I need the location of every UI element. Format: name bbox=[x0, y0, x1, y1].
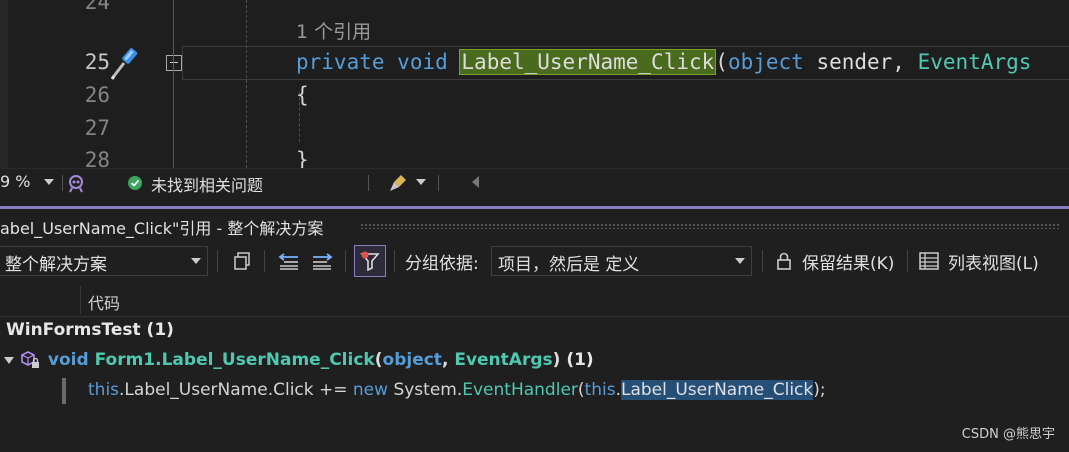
titlebar-grip bbox=[360, 223, 1059, 229]
separator bbox=[345, 250, 346, 272]
code-line-28: } bbox=[296, 148, 309, 168]
group-by-select-value: 项目，然后是 定义 bbox=[498, 255, 640, 275]
ref-namespace: System. bbox=[388, 380, 463, 400]
editor-status-strip: 9 % 未找到相关问题 bbox=[0, 168, 1069, 197]
previous-location-button[interactable] bbox=[275, 246, 303, 276]
ref-open-paren: ( bbox=[577, 380, 585, 400]
symbol-keyword-void: void bbox=[47, 350, 89, 370]
symbol-keyword-object: object bbox=[382, 350, 442, 370]
column-divider[interactable] bbox=[80, 286, 81, 314]
symbol-method-name: Form1.Label_UserName_Click bbox=[94, 350, 375, 370]
cleanup-dropdown-chevron-down-icon[interactable] bbox=[416, 179, 426, 185]
issues-status-text[interactable]: 未找到相关问题 bbox=[151, 172, 263, 196]
indent-guide bbox=[246, 0, 247, 168]
param-sender: sender, bbox=[816, 50, 905, 74]
ref-keyword-this-2: this bbox=[584, 380, 616, 400]
separator bbox=[438, 175, 439, 191]
filter-toggle-button[interactable] bbox=[354, 245, 386, 277]
column-header-code[interactable]: 代码 bbox=[88, 290, 120, 314]
results-column-header: 代码 bbox=[0, 284, 1069, 317]
filter-funnel-icon bbox=[360, 251, 380, 272]
symbol-close-paren: ) bbox=[552, 350, 561, 370]
line-number-26: 26 bbox=[84, 83, 110, 107]
next-location-button[interactable] bbox=[308, 246, 336, 276]
list-view-label: 列表视图(L) bbox=[948, 253, 1039, 274]
collapse-outline-button[interactable] bbox=[166, 55, 182, 71]
check-circle-icon bbox=[128, 176, 142, 190]
keyword-private: private bbox=[296, 50, 385, 74]
references-window-title: abel_UserName_Click"引用 - 整个解决方案 bbox=[0, 219, 324, 238]
reference-indicator-bar bbox=[62, 378, 66, 404]
tree-symbol-node[interactable]: void Form1.Label_UserName_Click(object, … bbox=[4, 350, 594, 370]
code-line-26: { bbox=[296, 83, 309, 107]
tree-project-node[interactable]: WinFormsTest (1) bbox=[6, 320, 174, 340]
open-paren: ( bbox=[715, 50, 728, 74]
ref-end: ); bbox=[813, 380, 826, 400]
scope-select[interactable]: 整个解决方案 bbox=[0, 246, 208, 276]
previous-arrow-icon bbox=[278, 253, 298, 270]
separator bbox=[762, 250, 763, 272]
type-eventargs: EventArgs bbox=[917, 50, 1032, 74]
next-arrow-icon bbox=[313, 253, 333, 270]
quick-actions-screwdriver-icon[interactable] bbox=[110, 47, 144, 81]
code-line-25: private void Label_UserName_Click(object… bbox=[296, 49, 1032, 75]
ref-type-eventhandler: EventHandler bbox=[462, 380, 578, 400]
keep-results-label: 保留结果(K) bbox=[802, 253, 895, 274]
editor-left-margin bbox=[0, 0, 8, 168]
watermark-text: CSDN @熊思宇 bbox=[961, 427, 1055, 442]
group-by-label: 分组依据: bbox=[405, 254, 479, 274]
expand-chevron-down-icon[interactable] bbox=[4, 356, 14, 364]
reference-result-row[interactable]: this.Label_UserName.Click += new System.… bbox=[88, 380, 826, 400]
separator bbox=[62, 175, 63, 191]
lock-icon bbox=[777, 252, 791, 270]
separator bbox=[368, 175, 369, 191]
copy-button[interactable] bbox=[228, 246, 256, 276]
scroll-left-arrow-icon[interactable] bbox=[472, 176, 479, 188]
line-number-28: 28 bbox=[84, 148, 110, 168]
separator bbox=[394, 250, 395, 272]
symbol-comma: , bbox=[441, 350, 449, 370]
group-by-select[interactable]: 项目，然后是 定义 bbox=[491, 246, 752, 276]
references-window-titlebar[interactable]: abel_UserName_Click"引用 - 整个解决方案 bbox=[0, 206, 1069, 241]
copy-icon bbox=[234, 252, 250, 270]
keep-results-button[interactable]: 保留结果(K) bbox=[774, 246, 904, 276]
line-number-27: 27 bbox=[84, 116, 110, 140]
outline-guide bbox=[173, 0, 174, 168]
line-number-25: 25 bbox=[84, 50, 110, 74]
method-cube-lock-icon bbox=[21, 351, 39, 368]
references-toolbar: 整个解决方案 分组依据: 项目，然后是 定义 保留结果(K) 列表视图(L) bbox=[0, 240, 1069, 282]
symbol-type-eventargs: EventArgs bbox=[454, 350, 553, 370]
ref-keyword-new: new bbox=[352, 380, 389, 400]
ref-selected-method: Label_UserName_Click bbox=[620, 380, 814, 400]
copilot-icon[interactable] bbox=[66, 173, 86, 193]
zoom-level[interactable]: 9 % bbox=[0, 172, 30, 191]
chevron-down-icon bbox=[735, 258, 745, 264]
scope-select-value: 整个解决方案 bbox=[5, 255, 107, 275]
chevron-down-icon bbox=[191, 258, 201, 264]
symbol-count: (1) bbox=[566, 350, 594, 370]
project-count: (1) bbox=[146, 320, 174, 340]
ref-keyword-this: this bbox=[88, 380, 120, 400]
list-view-icon bbox=[919, 252, 939, 270]
code-editor[interactable]: 24 25 26 27 28 1 个引用 private void Label_… bbox=[0, 0, 1069, 168]
keyword-object: object bbox=[727, 50, 804, 74]
keyword-void: void bbox=[397, 50, 448, 74]
method-name-highlighted[interactable]: Label_UserName_Click bbox=[459, 49, 717, 75]
line-number-24: 24 bbox=[84, 0, 110, 14]
ref-member-access: .Label_UserName.Click += bbox=[119, 380, 353, 400]
separator bbox=[217, 250, 218, 272]
separator bbox=[264, 250, 265, 272]
code-cleanup-brush-icon[interactable] bbox=[388, 173, 410, 193]
zoom-dropdown-chevron-down-icon[interactable] bbox=[44, 179, 54, 185]
separator bbox=[907, 250, 908, 272]
codelens-references-link[interactable]: 1 个引用 bbox=[296, 17, 371, 44]
symbol-open-paren: ( bbox=[374, 350, 383, 370]
project-name: WinFormsTest bbox=[6, 320, 141, 340]
list-view-button[interactable]: 列表视图(L) bbox=[918, 246, 1048, 276]
